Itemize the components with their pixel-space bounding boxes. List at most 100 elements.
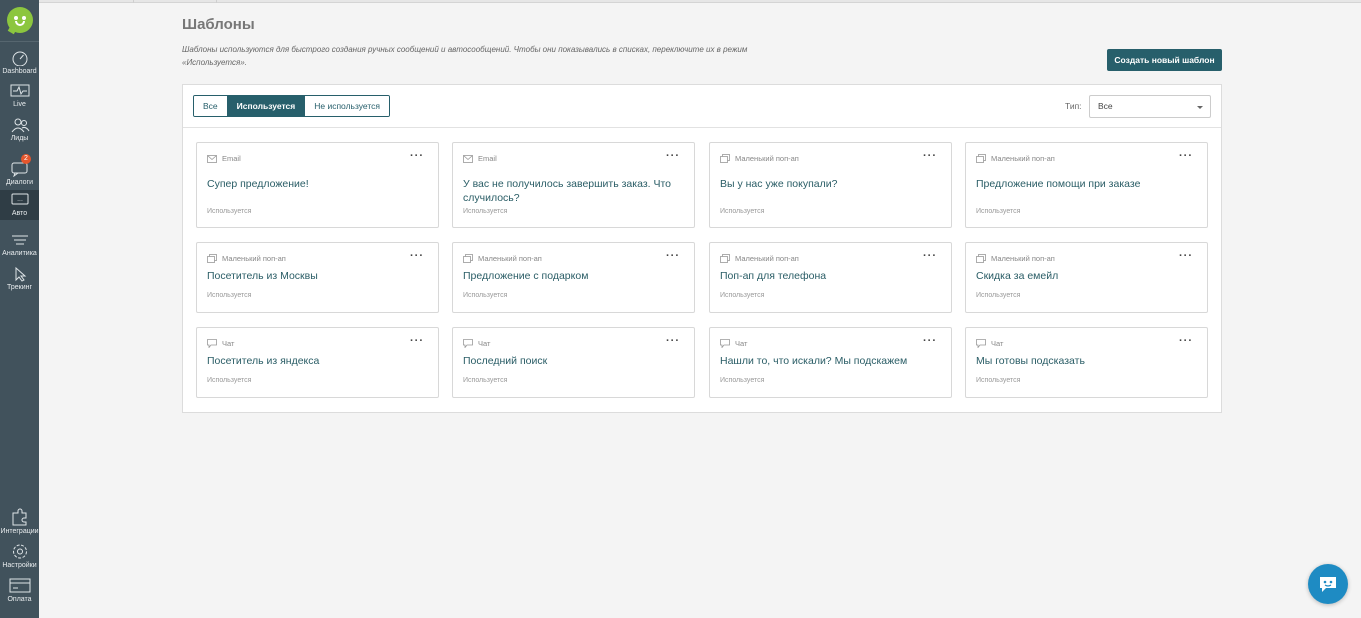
more-options-icon[interactable]: ···: [923, 251, 937, 262]
more-options-icon[interactable]: ···: [1179, 151, 1193, 162]
sidebar-item-label: Аналитика: [2, 250, 37, 257]
template-title[interactable]: Поп-ап для телефона: [720, 269, 940, 283]
template-card[interactable]: Маленький поп-ап ··· Предложение помощи пр…: [965, 142, 1208, 228]
gear-icon: [12, 544, 27, 559]
filter-tab-used[interactable]: Используется: [227, 96, 306, 116]
template-status: Используется: [976, 377, 1021, 384]
chat-widget-button[interactable]: [1308, 564, 1348, 604]
sidebar-item-auto[interactable]: ... Авто: [0, 190, 39, 220]
template-card[interactable]: Чат ··· Последний поиск Используется: [452, 327, 695, 398]
sidebar-item-dialogs[interactable]: 2 Диалоги: [0, 154, 39, 191]
template-status: Используется: [463, 292, 508, 299]
filter-tab-all[interactable]: Все: [194, 96, 228, 116]
template-status: Используется: [463, 208, 508, 215]
template-type: Чат: [720, 339, 747, 348]
template-type: Чат: [207, 339, 234, 348]
sidebar-item-label: Авто: [11, 210, 28, 217]
sidebar-item-label: Live: [13, 101, 26, 108]
template-type: Маленький поп-ап: [976, 254, 1055, 263]
more-options-icon[interactable]: ···: [410, 336, 424, 347]
template-card[interactable]: Чат ··· Нашли то, что искали? Мы подскажем…: [709, 327, 952, 398]
chevron-down-icon: [1197, 106, 1203, 109]
more-options-icon[interactable]: ···: [923, 336, 937, 347]
more-options-icon[interactable]: ···: [923, 151, 937, 162]
chat-bubble-icon: [720, 339, 730, 348]
logo-icon[interactable]: [7, 7, 33, 35]
template-status: Используется: [720, 377, 765, 384]
template-type: Email: [463, 154, 497, 163]
template-title[interactable]: Последний поиск: [463, 354, 683, 368]
sidebar-item-tracking[interactable]: Трекинг: [0, 263, 39, 296]
template-status: Используется: [976, 208, 1021, 215]
template-status: Используется: [207, 208, 252, 215]
template-card[interactable]: Маленький поп-ап ··· Скидка за емейл Исполь…: [965, 242, 1208, 313]
template-type-label: Чат: [478, 339, 491, 348]
sidebar-item-analytics[interactable]: Аналитика: [0, 230, 39, 263]
template-status: Используется: [720, 292, 765, 299]
more-options-icon[interactable]: ···: [410, 251, 424, 262]
template-type: Маленький поп-ап: [976, 154, 1055, 163]
templates-panel: Все Используется Не используется Тип: Вс…: [182, 84, 1222, 413]
sidebar-item-integrations[interactable]: Интеграции: [0, 505, 39, 538]
funnel-icon: [11, 235, 28, 245]
unread-badge: 2: [21, 154, 31, 164]
template-card[interactable]: Маленький поп-ап ··· Поп-ап для телефона Ис…: [709, 242, 952, 313]
template-type-label: Маленький поп-ап: [735, 254, 799, 263]
more-options-icon[interactable]: ···: [666, 336, 680, 347]
more-options-icon[interactable]: ···: [666, 251, 680, 262]
template-type: Чат: [976, 339, 1003, 348]
sidebar-item-label: Интеграции: [0, 528, 39, 535]
sidebar-item-leads[interactable]: Лиды: [0, 114, 39, 147]
chat-bubble-icon: [976, 339, 986, 348]
template-title[interactable]: Нашли то, что искали? Мы подскажем: [720, 354, 940, 368]
filter-tab-unused[interactable]: Не используется: [305, 96, 390, 116]
template-title[interactable]: Мы готовы подсказать: [976, 354, 1196, 368]
chat-bubble-icon: [463, 339, 473, 348]
template-type-label: Маленький поп-ап: [991, 154, 1055, 163]
template-card[interactable]: Email ··· Супер предложение! Используется: [196, 142, 439, 228]
template-title[interactable]: Вы у нас уже покупали?: [720, 177, 940, 191]
create-template-button[interactable]: Создать новый шаблон: [1107, 49, 1222, 71]
template-card[interactable]: Маленький поп-ап ··· Предложение с подарко…: [452, 242, 695, 313]
cursor-icon: [15, 266, 26, 282]
template-title[interactable]: Супер предложение!: [207, 177, 427, 191]
template-card[interactable]: Email ··· У вас не получилось завершить за…: [452, 142, 695, 228]
template-card[interactable]: Маленький поп-ап ··· Вы у нас уже покупали…: [709, 142, 952, 228]
template-type: Маленький поп-ап: [207, 254, 286, 263]
page-description: Шаблоны используются для быстрого создан…: [182, 45, 748, 67]
more-options-icon[interactable]: ···: [1179, 336, 1193, 347]
template-title[interactable]: Скидка за емейл: [976, 269, 1196, 283]
template-title[interactable]: Предложение с подарком: [463, 269, 683, 283]
template-title[interactable]: Предложение помощи при заказе: [976, 177, 1196, 191]
template-type: Чат: [463, 339, 490, 348]
template-type: Маленький поп-ап: [463, 254, 542, 263]
type-filter-select[interactable]: Все: [1089, 95, 1211, 118]
status-filter: Все Используется Не используется: [193, 95, 391, 117]
template-title[interactable]: Посетитель из Москвы: [207, 269, 427, 283]
sidebar-item-dashboard[interactable]: Dashboard: [0, 47, 39, 80]
template-type-label: Email: [222, 154, 241, 163]
template-title[interactable]: Посетитель из яндекса: [207, 354, 427, 368]
popup-icon: [976, 254, 986, 263]
more-options-icon[interactable]: ···: [1179, 251, 1193, 262]
more-options-icon[interactable]: ···: [410, 151, 424, 162]
sidebar-item-label: Лиды: [10, 135, 29, 142]
template-type-label: Маленький поп-ап: [991, 254, 1055, 263]
users-icon: [11, 118, 29, 133]
type-filter-label: Тип:: [1065, 101, 1082, 111]
puzzle-icon: [12, 508, 26, 526]
sidebar-item-label: Оплата: [7, 596, 32, 603]
more-options-icon[interactable]: ···: [666, 151, 680, 162]
sidebar-item-billing[interactable]: Оплата: [0, 574, 39, 607]
template-status: Используется: [463, 377, 508, 384]
panel-toolbar: Все Используется Не используется Тип: Вс…: [183, 85, 1221, 128]
template-type: Маленький поп-ап: [720, 154, 799, 163]
template-card[interactable]: Маленький поп-ап ··· Посетитель из Москвы И…: [196, 242, 439, 313]
template-card[interactable]: Чат ··· Мы готовы подсказать Используется: [965, 327, 1208, 398]
template-card[interactable]: Чат ··· Посетитель из яндекса Используется: [196, 327, 439, 398]
template-type: Маленький поп-ап: [720, 254, 799, 263]
sidebar-item-settings[interactable]: Настройки: [0, 540, 39, 573]
top-tab[interactable]: [133, 0, 217, 3]
template-title[interactable]: У вас не получилось завершить заказ. Что…: [463, 177, 683, 205]
sidebar-item-live[interactable]: Live: [0, 80, 39, 113]
